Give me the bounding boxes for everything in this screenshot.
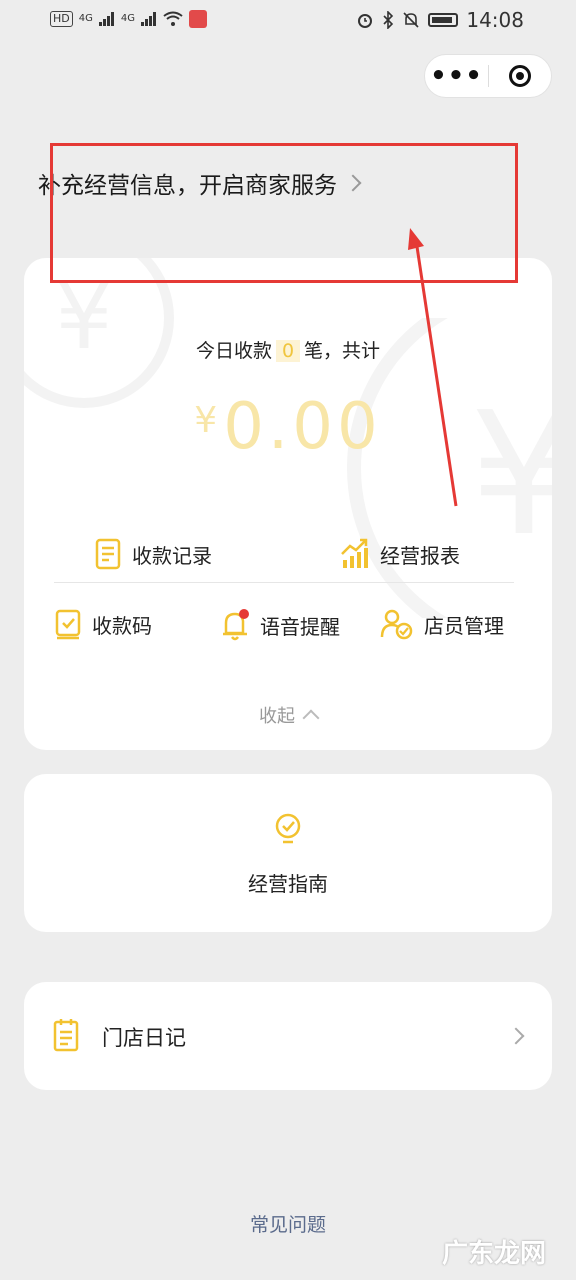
staff-icon bbox=[380, 609, 413, 640]
amount-value: 0.00 bbox=[223, 390, 382, 464]
feature-label: 收款码 bbox=[92, 613, 152, 638]
collapse-button[interactable]: 收起 bbox=[24, 702, 552, 728]
mute-bell-icon bbox=[403, 12, 419, 28]
yen-watermark-icon-large: ¥ bbox=[347, 318, 552, 618]
battery-icon bbox=[428, 13, 459, 27]
feature-staff-management[interactable]: 店员管理 bbox=[380, 608, 504, 640]
notepad-icon bbox=[53, 1019, 79, 1052]
wifi-icon bbox=[163, 11, 183, 26]
feature-label: 经营报表 bbox=[380, 543, 460, 568]
signal-icon bbox=[98, 12, 114, 26]
transaction-count: 0 bbox=[275, 340, 301, 362]
target-icon bbox=[508, 65, 531, 87]
chevron-right-icon bbox=[507, 1027, 525, 1045]
collection-card: ¥ ¥ 今日收款 0 笔，共计 ¥0.00 收款记录 经营报表 收款码 语音提醒 店… bbox=[24, 258, 552, 750]
signal-icon-2 bbox=[141, 12, 156, 26]
today-summary: 今日收款 0 笔，共计 bbox=[24, 336, 552, 363]
app-notification-icon bbox=[189, 10, 207, 28]
collapse-label: 收起 bbox=[259, 706, 295, 727]
summary-prefix: 今日收款 bbox=[195, 340, 272, 362]
store-diary-row[interactable]: 门店日记 bbox=[24, 982, 552, 1090]
summary-suffix: 笔，共计 bbox=[304, 340, 381, 362]
total-amount: ¥0.00 bbox=[24, 390, 552, 464]
bell-icon bbox=[223, 609, 249, 641]
status-left: HD 4G 4G bbox=[50, 10, 207, 28]
feature-label: 店员管理 bbox=[424, 613, 504, 638]
feature-divider bbox=[54, 582, 514, 583]
status-bar: HD 4G 4G 14:08 bbox=[0, 0, 576, 44]
site-watermark-logo: 广东龙网 bbox=[441, 1239, 546, 1269]
document-icon bbox=[95, 538, 121, 570]
annotation-rectangle bbox=[50, 143, 518, 283]
lightbulb-icon bbox=[275, 813, 301, 844]
status-right: 14:08 bbox=[356, 8, 524, 32]
feature-payment-code[interactable]: 收款码 bbox=[54, 608, 152, 640]
chart-trend-icon bbox=[341, 538, 368, 568]
network-4g-label: 4G bbox=[78, 13, 93, 24]
alarm-icon bbox=[358, 14, 373, 28]
chevron-up-icon bbox=[302, 709, 320, 727]
hd-badge: HD bbox=[50, 11, 73, 27]
feature-label: 收款记录 bbox=[132, 543, 212, 568]
more-menu-button[interactable]: ••• bbox=[425, 61, 488, 91]
status-time: 14:08 bbox=[466, 8, 524, 32]
feature-voice-reminder[interactable]: 语音提醒 bbox=[220, 608, 340, 642]
close-miniprogram-button[interactable] bbox=[489, 65, 551, 87]
currency-symbol: ¥ bbox=[194, 400, 218, 441]
feature-label: 语音提醒 bbox=[260, 614, 340, 639]
feature-business-report[interactable]: 经营报表 bbox=[340, 538, 460, 570]
miniprogram-capsule: ••• bbox=[424, 54, 552, 98]
business-guide-card[interactable]: 经营指南 bbox=[24, 774, 552, 932]
store-diary-label: 门店日记 bbox=[102, 1026, 186, 1050]
bluetooth-icon bbox=[383, 11, 394, 29]
feature-collection-records[interactable]: 收款记录 bbox=[94, 538, 212, 570]
qr-book-icon bbox=[55, 609, 81, 640]
business-guide-label: 经营指南 bbox=[248, 872, 328, 896]
network-4g-label-2: 4G bbox=[120, 13, 135, 24]
